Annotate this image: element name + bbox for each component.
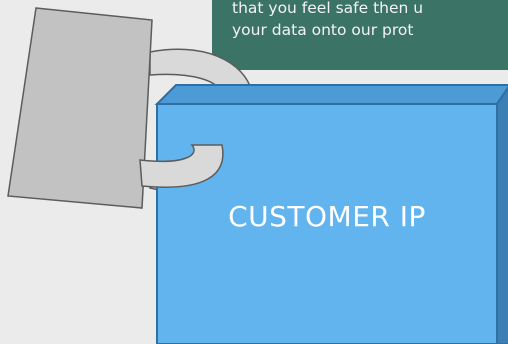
diagram-canvas [7,7,508,344]
box-top-face [154,84,508,105]
box-side-face [496,86,508,344]
box-label: CUSTOMER IP [228,200,426,233]
padlock-body [7,7,153,209]
